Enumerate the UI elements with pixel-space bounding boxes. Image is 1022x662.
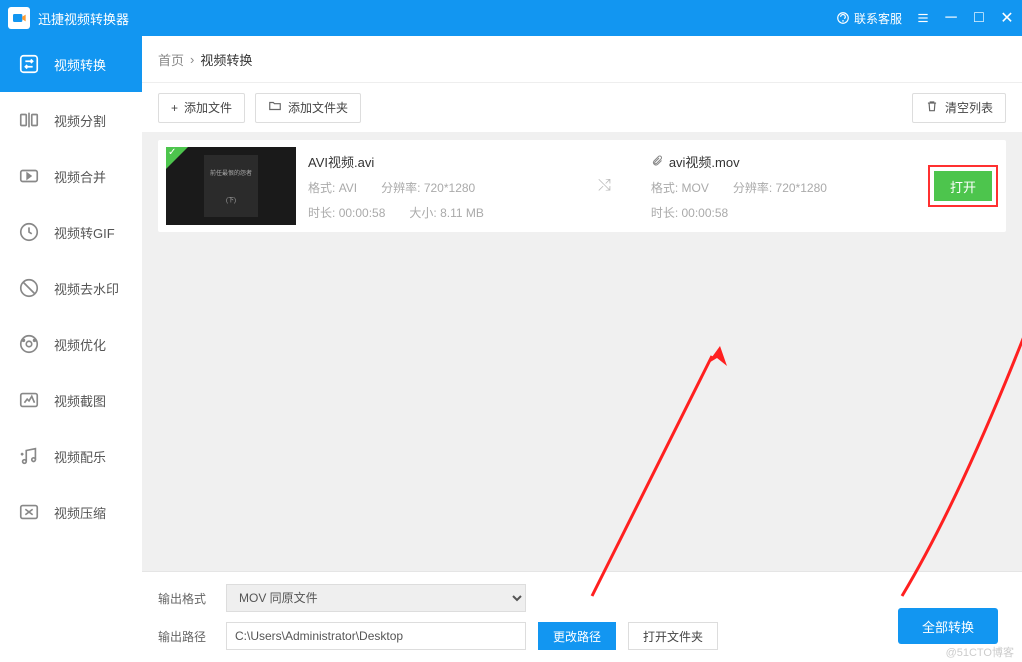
clear-list-button[interactable]: 清空列表 [912, 93, 1006, 123]
output-format-label: 输出格式 [158, 590, 214, 607]
sidebar-item-optimize[interactable]: 视频优化 [0, 316, 142, 372]
file-row[interactable]: 前任最恨的怨者 (下) AVI视频.avi 格式: AVI 分辨率: 720*1… [158, 140, 1006, 232]
compress-icon [18, 501, 40, 523]
sidebar-item-compress[interactable]: 视频压缩 [0, 484, 142, 540]
toolbar: + 添加文件 添加文件夹 清空列表 [142, 82, 1022, 132]
sidebar-item-label: 视频截图 [54, 391, 106, 410]
sidebar-item-label: 视频转换 [54, 55, 106, 74]
plus-icon: + [171, 101, 178, 115]
trash-icon [925, 99, 939, 116]
menu-icon[interactable] [916, 11, 930, 25]
sidebar-item-convert[interactable]: 视频转换 [0, 36, 142, 92]
check-icon [166, 147, 188, 169]
convert-icon [18, 53, 40, 75]
gif-icon [18, 221, 40, 243]
sidebar: 视频转换 视频分割 视频合并 视频转GIF 视频去水印 视频优化 视频截图 视 [0, 36, 142, 662]
watermark-text: @51CTO博客 [946, 644, 1014, 660]
source-filename: AVI视频.avi [308, 152, 558, 171]
maximize-button[interactable]: □ [972, 9, 986, 27]
open-folder-button[interactable]: 打开文件夹 [628, 622, 718, 650]
merge-icon [18, 165, 40, 187]
shuffle-icon[interactable]: ⤭ [598, 177, 611, 195]
sidebar-item-screenshot[interactable]: 视频截图 [0, 372, 142, 428]
add-file-button[interactable]: + 添加文件 [158, 93, 245, 123]
attachment-icon [651, 155, 663, 167]
breadcrumb-home[interactable]: 首页 [158, 50, 184, 69]
sidebar-item-label: 视频去水印 [54, 279, 119, 298]
output-format-select[interactable]: MOV 同原文件 [226, 584, 526, 612]
breadcrumb-current: 视频转换 [200, 50, 252, 69]
music-icon [18, 445, 40, 467]
sidebar-item-label: 视频压缩 [54, 503, 106, 522]
sidebar-item-label: 视频配乐 [54, 447, 106, 466]
open-button-highlight: 打开 [928, 165, 998, 207]
main-panel: 首页 › 视频转换 + 添加文件 添加文件夹 清空列表 [142, 36, 1022, 662]
split-icon [18, 109, 40, 131]
sidebar-item-label: 视频优化 [54, 335, 106, 354]
app-title: 迅捷视频转换器 [38, 9, 836, 28]
sidebar-item-music[interactable]: 视频配乐 [0, 428, 142, 484]
sidebar-item-label: 视频转GIF [54, 223, 115, 242]
add-folder-button[interactable]: 添加文件夹 [255, 93, 361, 123]
sidebar-item-label: 视频分割 [54, 111, 106, 130]
file-list: 前任最恨的怨者 (下) AVI视频.avi 格式: AVI 分辨率: 720*1… [142, 132, 1022, 571]
minimize-button[interactable]: ─ [944, 9, 958, 27]
sidebar-item-merge[interactable]: 视频合并 [0, 148, 142, 204]
app-logo [8, 7, 30, 29]
breadcrumb: 首页 › 视频转换 [142, 36, 1022, 82]
output-path-label: 输出路径 [158, 628, 214, 645]
titlebar: 迅捷视频转换器 联系客服 ─ □ ✕ [0, 0, 1022, 36]
watermark-icon [18, 277, 40, 299]
open-button[interactable]: 打开 [934, 171, 992, 201]
target-filename: avi视频.mov [651, 152, 871, 171]
optimize-icon [18, 333, 40, 355]
sidebar-item-watermark[interactable]: 视频去水印 [0, 260, 142, 316]
sidebar-item-split[interactable]: 视频分割 [0, 92, 142, 148]
change-path-button[interactable]: 更改路径 [538, 622, 616, 650]
bottom-panel: 输出格式 MOV 同原文件 输出路径 更改路径 打开文件夹 [142, 571, 1022, 662]
convert-all-button[interactable]: 全部转换 [898, 608, 998, 644]
screenshot-icon [18, 389, 40, 411]
output-path-input[interactable] [226, 622, 526, 650]
sidebar-item-gif[interactable]: 视频转GIF [0, 204, 142, 260]
close-button[interactable]: ✕ [1000, 8, 1014, 28]
sidebar-item-label: 视频合并 [54, 167, 106, 186]
file-thumbnail: 前任最恨的怨者 (下) [166, 147, 296, 225]
folder-icon [268, 99, 282, 116]
contact-support[interactable]: 联系客服 [836, 10, 902, 27]
